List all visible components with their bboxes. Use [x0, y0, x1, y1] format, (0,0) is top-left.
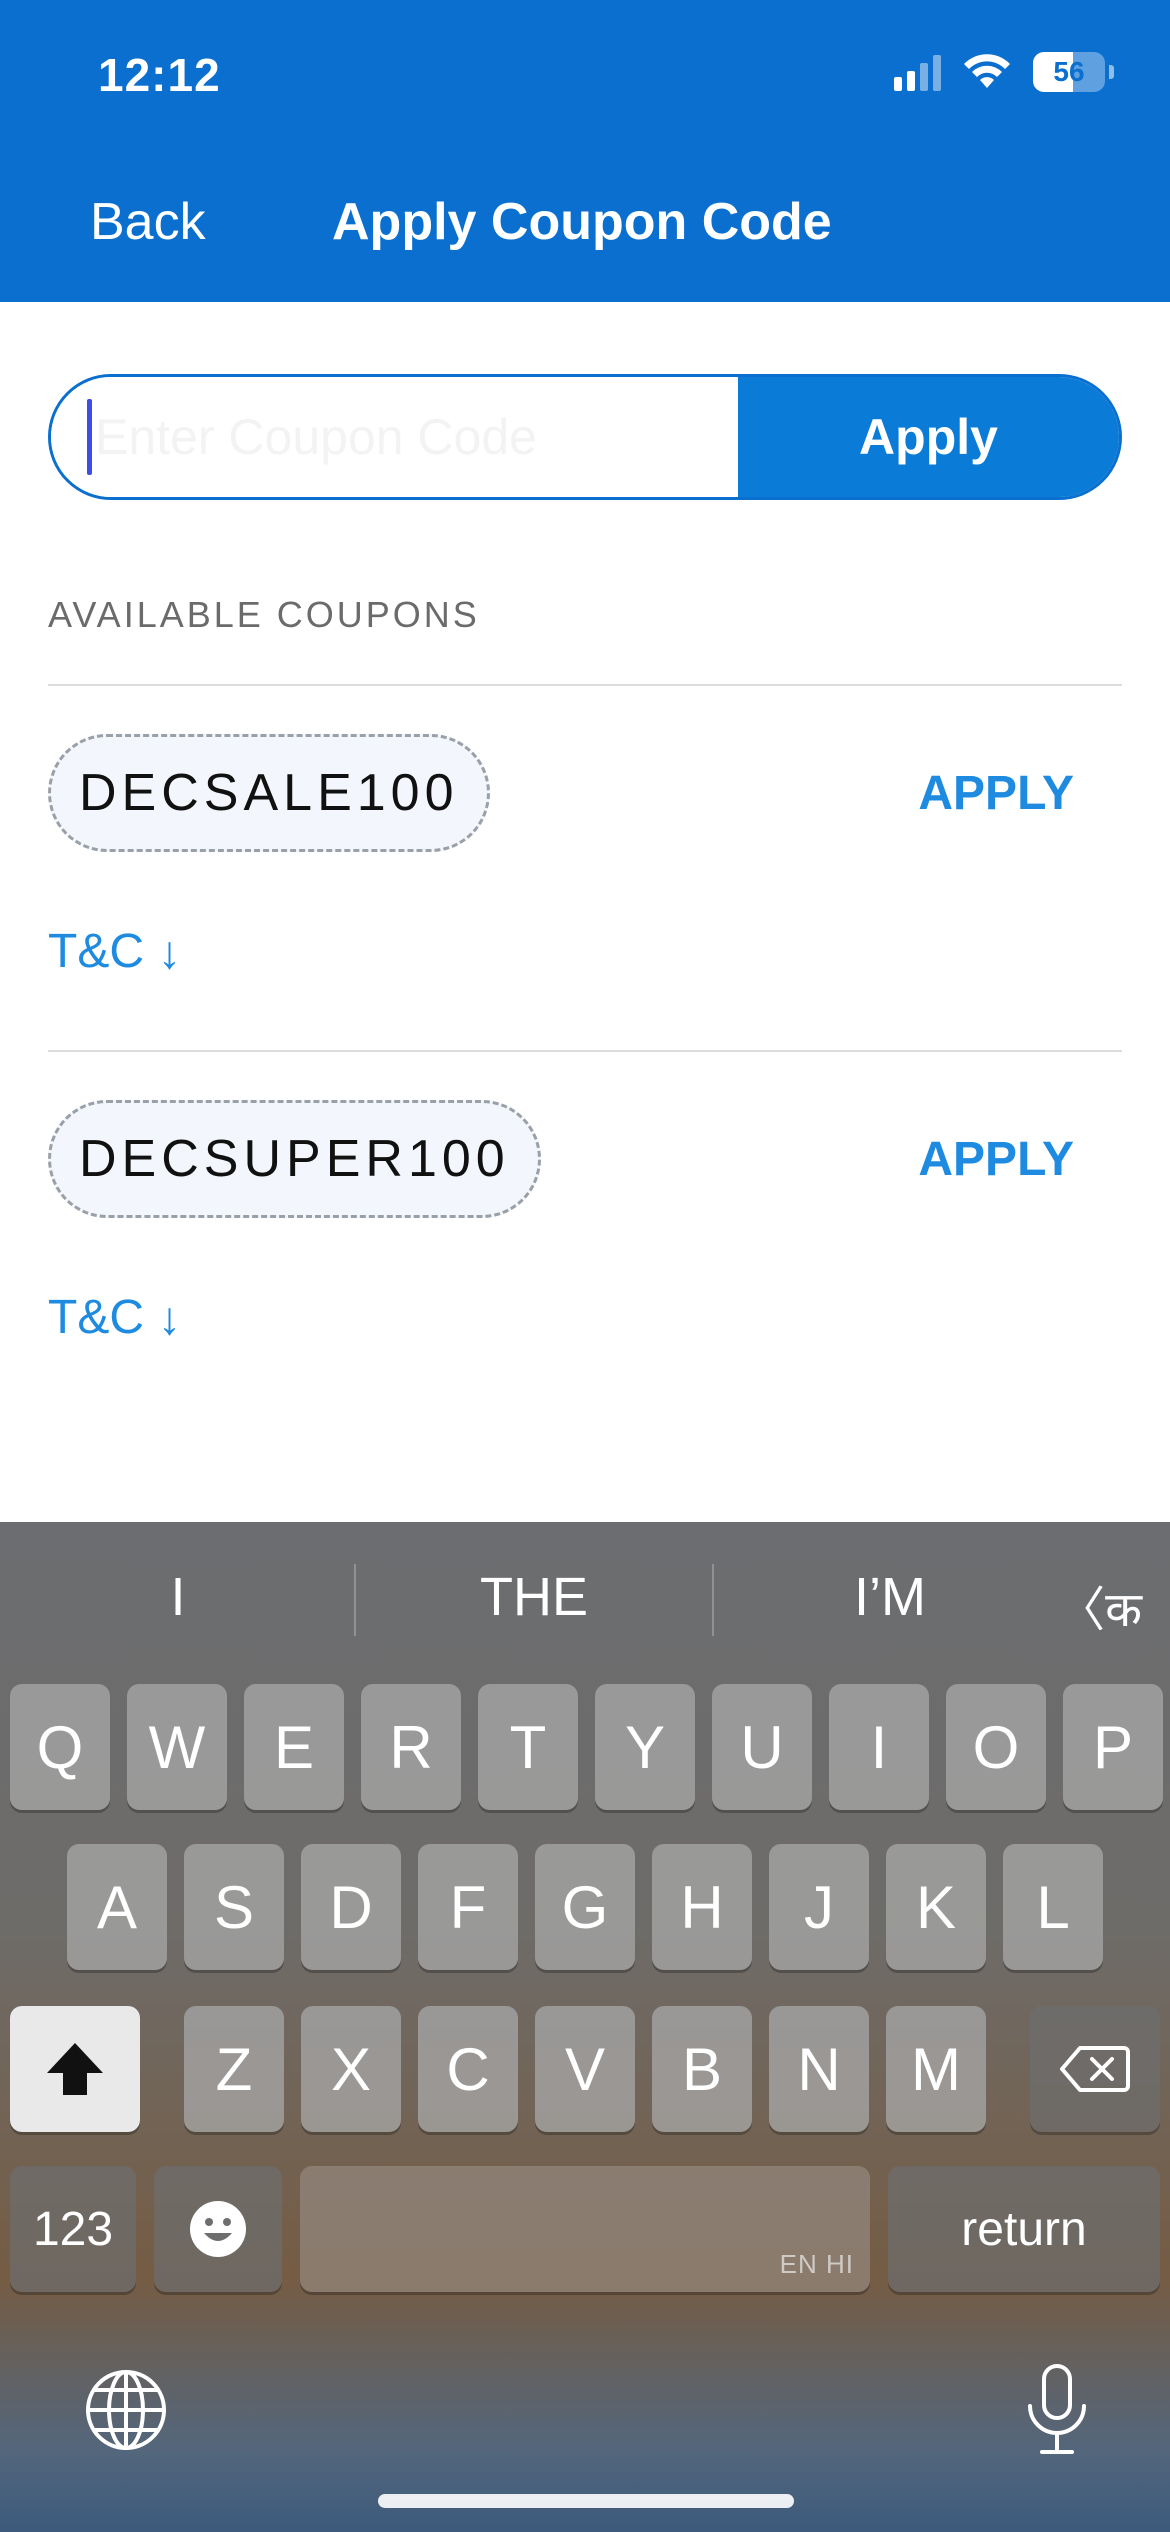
battery-level: 56	[1053, 56, 1085, 87]
key-c[interactable]: C	[418, 2006, 518, 2132]
key-b[interactable]: B	[652, 2006, 752, 2132]
coupon-code-input[interactable]	[51, 377, 738, 497]
suggestion-divider	[712, 1564, 714, 1636]
coupon-form: Apply	[48, 374, 1122, 500]
coupon-code-chip: DECSUPER100	[48, 1100, 541, 1218]
key-o[interactable]: O	[946, 1684, 1046, 1810]
key-q[interactable]: Q	[10, 1684, 110, 1810]
battery-icon: 56	[1033, 52, 1105, 92]
cellular-signal-icon	[894, 53, 941, 91]
key-m[interactable]: M	[886, 2006, 986, 2132]
key-x[interactable]: X	[301, 2006, 401, 2132]
emoji-key[interactable]	[154, 2166, 282, 2292]
suggestion-item[interactable]: I’M	[712, 1522, 1068, 1672]
terms-label: T&C	[48, 1291, 144, 1344]
wifi-icon	[964, 54, 1010, 88]
app-header: 12:12 56 Back Apply Coupon Code	[0, 0, 1170, 302]
key-z[interactable]: Z	[184, 2006, 284, 2132]
language-toggle[interactable]: 〈क	[1057, 1570, 1142, 1641]
key-p[interactable]: P	[1063, 1684, 1163, 1810]
key-l[interactable]: L	[1003, 1844, 1103, 1970]
divider	[48, 1050, 1122, 1052]
key-v[interactable]: V	[535, 2006, 635, 2132]
emoji-icon	[190, 2201, 246, 2257]
suggestion-item[interactable]: THE	[356, 1522, 712, 1672]
key-a[interactable]: A	[67, 1844, 167, 1970]
terms-label: T&C	[48, 925, 144, 978]
terms-toggle-link[interactable]: T&C ↓	[48, 924, 181, 979]
space-language-label: EN HI	[779, 2249, 854, 2279]
key-y[interactable]: Y	[595, 1684, 695, 1810]
suggestion-bar: I THE I’M	[0, 1522, 1170, 1672]
key-d[interactable]: D	[301, 1844, 401, 1970]
terms-toggle-link[interactable]: T&C ↓	[48, 1290, 181, 1345]
key-f[interactable]: F	[418, 1844, 518, 1970]
key-j[interactable]: J	[769, 1844, 869, 1970]
globe-icon[interactable]	[84, 2368, 168, 2452]
key-r[interactable]: R	[361, 1684, 461, 1810]
coupon-code-chip: DECSALE100	[48, 734, 490, 852]
text-cursor	[87, 399, 92, 475]
key-h[interactable]: H	[652, 1844, 752, 1970]
page-title: Apply Coupon Code	[332, 193, 832, 251]
on-screen-keyboard: I THE I’M 〈क 123 EN HI return QWERTYUIOP…	[0, 1522, 1170, 2532]
microphone-icon[interactable]	[1022, 2362, 1092, 2458]
key-w[interactable]: W	[127, 1684, 227, 1810]
key-e[interactable]: E	[244, 1684, 344, 1810]
apply-coupon-button[interactable]: Apply	[738, 377, 1119, 497]
key-n[interactable]: N	[769, 2006, 869, 2132]
available-coupons-heading: AVAILABLE COUPONS	[48, 594, 480, 635]
arrow-down-icon: ↓	[158, 1291, 181, 1344]
space-key[interactable]: EN HI	[300, 2166, 870, 2292]
suggestion-divider	[354, 1564, 356, 1636]
key-u[interactable]: U	[712, 1684, 812, 1810]
shift-icon	[47, 2043, 103, 2095]
shift-key[interactable]	[10, 2006, 140, 2132]
arrow-down-icon: ↓	[158, 925, 181, 978]
suggestion-item[interactable]: I	[0, 1522, 356, 1672]
back-button[interactable]: Back	[90, 192, 206, 252]
apply-coupon-decsale100-button[interactable]: APPLY	[918, 766, 1074, 821]
delete-icon	[1060, 2046, 1130, 2092]
return-key[interactable]: return	[888, 2166, 1160, 2292]
home-indicator	[378, 2494, 794, 2508]
apply-coupon-decsuper100-button[interactable]: APPLY	[918, 1132, 1074, 1187]
status-icons: 56	[894, 52, 1114, 92]
delete-key[interactable]	[1030, 2006, 1160, 2132]
key-g[interactable]: G	[535, 1844, 635, 1970]
divider	[48, 684, 1122, 686]
key-t[interactable]: T	[478, 1684, 578, 1810]
key-s[interactable]: S	[184, 1844, 284, 1970]
key-i[interactable]: I	[829, 1684, 929, 1810]
key-k[interactable]: K	[886, 1844, 986, 1970]
status-time: 12:12	[98, 49, 221, 101]
numbers-key[interactable]: 123	[10, 2166, 136, 2292]
